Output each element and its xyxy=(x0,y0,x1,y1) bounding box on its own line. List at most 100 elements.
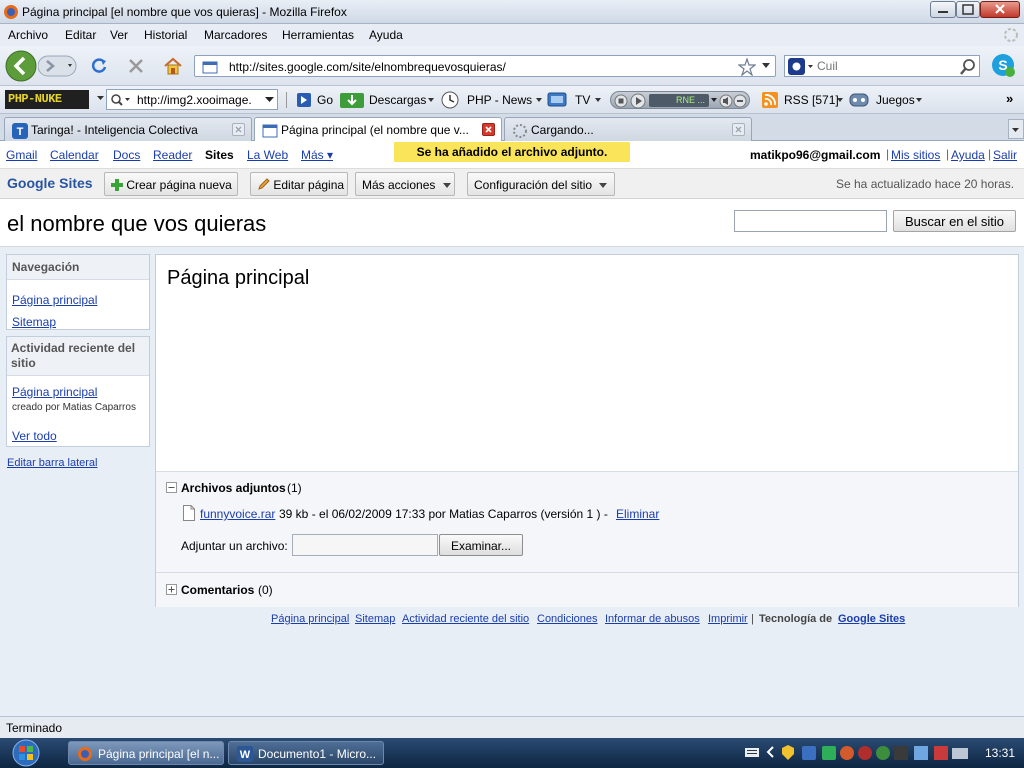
tab-pagina-principal[interactable]: Página principal (el nombre que v... xyxy=(254,117,502,142)
bookmarks-overflow-button[interactable]: » xyxy=(1006,91,1013,106)
bookmark-url-combo[interactable]: http://img2.xooimage. xyxy=(106,89,278,110)
close-window-button[interactable] xyxy=(980,1,1020,18)
more-actions-button[interactable]: Más acciones xyxy=(355,172,455,196)
url-dropdown-icon[interactable] xyxy=(762,63,770,69)
juegos-dropdown-icon[interactable] xyxy=(916,98,922,102)
minimize-button[interactable] xyxy=(930,1,956,18)
gbar-docs[interactable]: Docs xyxy=(113,148,140,162)
menu-herramientas[interactable]: Herramientas xyxy=(282,28,354,42)
tray-expand-icon[interactable] xyxy=(766,746,776,758)
search-engine-icon[interactable] xyxy=(788,58,814,75)
rss-link[interactable]: RSS [571] xyxy=(784,93,839,107)
browse-button[interactable]: Examinar... xyxy=(439,534,523,556)
footer-link-imprimir[interactable]: Imprimir xyxy=(708,613,748,625)
menu-archivo[interactable]: Archivo xyxy=(8,28,48,42)
delete-attachment-link[interactable]: Eliminar xyxy=(616,507,659,521)
php-news-icon[interactable] xyxy=(439,90,461,110)
tab-close-icon[interactable] xyxy=(732,123,745,136)
web-search-box[interactable] xyxy=(784,55,980,77)
juegos-link[interactable]: Juegos xyxy=(876,93,915,107)
go-link[interactable]: Go xyxy=(317,93,333,107)
url-bar[interactable]: http://sites.google.com/site/elnombreque… xyxy=(194,55,776,77)
footer-link-sitemap[interactable]: Sitemap xyxy=(355,613,395,625)
sidebar-item-pagina-principal[interactable]: Página principal xyxy=(12,293,97,307)
stop-icon[interactable] xyxy=(126,56,146,76)
descargas-dropdown-icon[interactable] xyxy=(428,98,434,102)
expand-comments-icon[interactable] xyxy=(166,584,177,595)
gbar-la-web[interactable]: La Web xyxy=(247,148,288,162)
google-sites-brand[interactable]: Google Sites xyxy=(7,175,93,191)
tv-link[interactable]: TV xyxy=(575,93,590,107)
tab-close-icon[interactable] xyxy=(482,123,495,136)
task-word[interactable]: W Documento1 - Micro... xyxy=(228,741,384,765)
site-search-button[interactable]: Buscar en el sitio xyxy=(893,210,1016,232)
maximize-button[interactable] xyxy=(956,1,980,18)
gbar-mas[interactable]: Más ▾ xyxy=(301,148,333,162)
attachments-label[interactable]: Archivos adjuntos xyxy=(181,481,286,495)
stop-media-icon[interactable] xyxy=(614,94,628,108)
footer-link-actividad[interactable]: Actividad reciente del sitio xyxy=(402,613,529,625)
php-news-link[interactable]: PHP - News xyxy=(467,93,532,107)
menu-editar[interactable]: Editar xyxy=(65,28,96,42)
attachment-file-link[interactable]: funnyvoice.rar xyxy=(200,507,275,521)
gbar-calendar[interactable]: Calendar xyxy=(50,148,99,162)
menu-historial[interactable]: Historial xyxy=(144,28,187,42)
menu-ver[interactable]: Ver xyxy=(110,28,128,42)
rss-icon[interactable] xyxy=(761,91,779,109)
radio-dropdown-icon[interactable] xyxy=(711,98,717,102)
site-title[interactable]: el nombre que vos quieras xyxy=(7,211,266,237)
collapse-attachments-icon[interactable] xyxy=(166,482,177,493)
clock[interactable]: 13:31 xyxy=(985,746,1015,760)
tray-icons[interactable] xyxy=(780,744,980,762)
comments-label[interactable]: Comentarios xyxy=(181,583,254,597)
tab-list-button[interactable] xyxy=(1008,119,1024,139)
search-input[interactable] xyxy=(817,57,957,75)
footer-google-sites-link[interactable]: Google Sites xyxy=(838,613,905,625)
volume-icon[interactable] xyxy=(719,94,747,108)
edit-page-button[interactable]: Editar página xyxy=(250,172,348,196)
forward-button[interactable] xyxy=(38,55,78,77)
descargas-link[interactable]: Descargas xyxy=(369,93,426,107)
tv-dropdown-icon[interactable] xyxy=(595,98,601,102)
task-firefox[interactable]: Página principal [el n... xyxy=(68,741,224,765)
reload-icon[interactable] xyxy=(89,56,109,76)
menu-ayuda[interactable]: Ayuda xyxy=(369,28,403,42)
combo-dropdown-icon[interactable] xyxy=(97,96,104,101)
footer-link-pagina-principal[interactable]: Página principal xyxy=(271,613,349,625)
php-news-dropdown-icon[interactable] xyxy=(536,98,542,102)
phpnuke-logo[interactable]: PHP-NUKE xyxy=(5,90,89,109)
go-icon[interactable] xyxy=(296,92,312,108)
edit-sidebar-link[interactable]: Editar barra lateral xyxy=(7,457,98,469)
radio-player[interactable]: RNE ... xyxy=(610,91,750,109)
rss-dropdown-icon[interactable] xyxy=(837,98,843,102)
start-button[interactable] xyxy=(6,739,46,767)
footer-link-abusos[interactable]: Informar de abusos xyxy=(605,613,700,625)
tv-icon[interactable] xyxy=(547,91,569,109)
tab-cargando[interactable]: Cargando... xyxy=(504,117,752,141)
menu-marcadores[interactable]: Marcadores xyxy=(204,28,267,42)
attach-file-input[interactable] xyxy=(292,534,438,556)
sidebar-item-sitemap[interactable]: Sitemap xyxy=(12,315,56,329)
play-media-icon[interactable] xyxy=(630,93,646,109)
gbar-gmail[interactable]: Gmail xyxy=(6,148,37,162)
site-search-input[interactable] xyxy=(734,210,887,232)
activity-view-all-link[interactable]: Ver todo xyxy=(12,429,57,443)
descargas-icon[interactable] xyxy=(339,90,365,110)
link-ayuda[interactable]: Ayuda xyxy=(951,148,985,162)
juegos-icon[interactable] xyxy=(849,90,871,110)
search-icon[interactable] xyxy=(959,58,977,76)
home-icon[interactable] xyxy=(162,55,184,77)
link-salir[interactable]: Salir xyxy=(993,148,1017,162)
footer-link-condiciones[interactable]: Condiciones xyxy=(537,613,598,625)
tab-close-icon[interactable] xyxy=(232,123,245,136)
bookmark-star-icon[interactable] xyxy=(738,58,756,76)
back-button[interactable] xyxy=(5,50,39,82)
create-page-button[interactable]: Crear página nueva xyxy=(104,172,238,196)
activity-link-pagina-principal[interactable]: Página principal xyxy=(12,385,97,399)
skype-icon[interactable]: S xyxy=(991,53,1017,79)
tab-taringa[interactable]: T Taringa! - Inteligencia Colectiva xyxy=(4,117,252,141)
gbar-reader[interactable]: Reader xyxy=(153,148,192,162)
keyboard-icon[interactable] xyxy=(744,744,760,760)
link-mis-sitios[interactable]: Mis sitios xyxy=(891,148,940,162)
site-settings-button[interactable]: Configuración del sitio xyxy=(467,172,615,196)
